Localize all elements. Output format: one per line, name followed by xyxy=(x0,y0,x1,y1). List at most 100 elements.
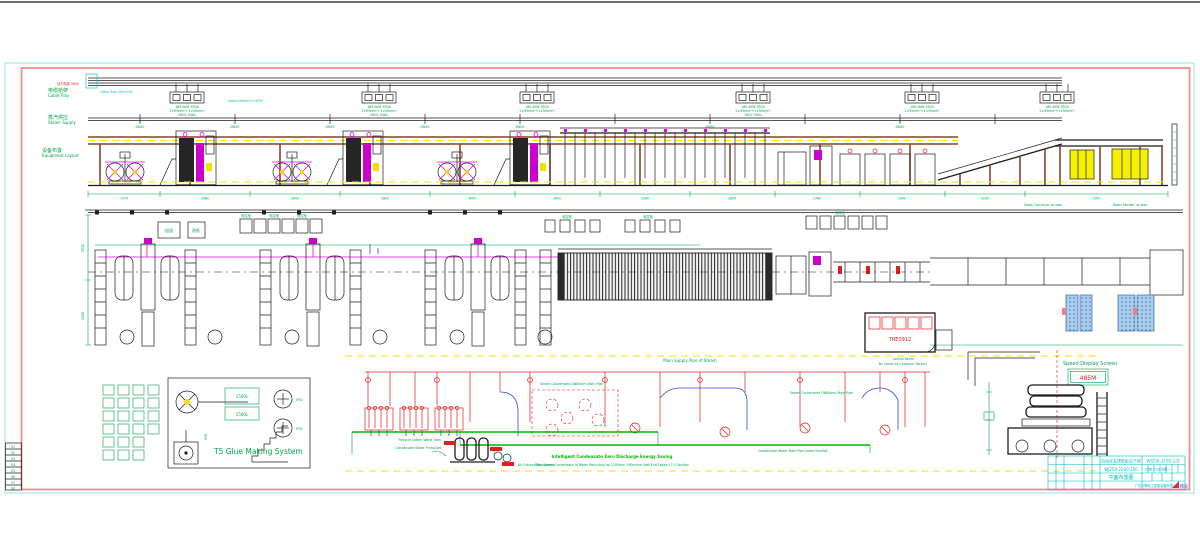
plan-roll-stand-units xyxy=(95,238,552,346)
svg-text:Steam Condensate DN80mm Main P: Steam Condensate DN80mm Main Pipe xyxy=(790,391,853,395)
glue-note: VFD xyxy=(204,433,208,440)
rev-row: 02 xyxy=(11,451,15,455)
rev-row: 05 xyxy=(11,469,15,473)
svg-text:1470: 1470 xyxy=(120,197,128,201)
svg-text:4000: 4000 xyxy=(468,197,476,201)
control-room-sublabel: By Series At Customer Factory xyxy=(879,362,928,366)
svg-text:4200: 4200 xyxy=(981,197,989,201)
svg-text:电控柜: 电控柜 xyxy=(643,214,653,219)
speed-display-title: Speed Display Screen xyxy=(1063,361,1117,367)
plan-left-dim: 5000 3000 xyxy=(81,215,91,345)
svg-text:1500L: 1500L xyxy=(236,394,249,399)
svg-text:电控柜: 电控柜 xyxy=(297,213,307,218)
svg-text:380V 50Hz: 380V 50Hz xyxy=(178,113,196,117)
tb-drawing-no: WJ250-2200-2-D xyxy=(1147,459,1180,464)
rev-row: 07 xyxy=(11,481,15,485)
left-revision-table: 01 02 03 04 05 06 07 08 xyxy=(6,443,22,491)
svg-text:电控柜: 电控柜 xyxy=(269,213,279,218)
svg-text:电控柜: 电控柜 xyxy=(835,210,845,215)
steam-condensate-diagram: Main Supply Pipe of Steam xyxy=(352,358,930,467)
equip-label-en: Equipment Layout xyxy=(42,153,79,158)
svg-text:VFD: VFD xyxy=(296,398,303,402)
svg-text:Recycle Soften Water Tank: Recycle Soften Water Tank xyxy=(399,438,441,442)
control-room-label: Control Room xyxy=(892,357,914,361)
svg-text:2000: 2000 xyxy=(898,197,906,201)
svg-text:DN50: DN50 xyxy=(896,125,905,129)
cable-tray-label-en: Cable Tray xyxy=(48,93,70,98)
svg-text:1:100: 1:100 xyxy=(1151,468,1160,472)
speed-display-area: Speed Display Screen 485M xyxy=(968,350,1117,458)
svg-text:2600: 2600 xyxy=(553,197,561,201)
steam-diagram-subtitle: Twin Steam Condensate to Water Recycling… xyxy=(534,463,688,467)
condensate-recovery-unit: Recycle Soften Water Tank Condensate Wat… xyxy=(395,438,555,467)
elevation-side-labels: 动力电源 380V 电缆桥架 Cable Tray 蒸汽供应 Steam Sup… xyxy=(42,81,263,158)
svg-text:380V 50Hz: 380V 50Hz xyxy=(744,113,762,117)
double-facer-block xyxy=(558,249,772,300)
rev-row: 03 xyxy=(11,457,15,461)
bracket-label: Condensate Water Main Pipe Lower Bracket xyxy=(758,449,828,453)
svg-text:2×95mm²+1×50mm²: 2×95mm²+1×50mm² xyxy=(904,109,940,113)
rev-row: 06 xyxy=(11,475,15,479)
drawing-sheet: 01 02 03 04 05 06 07 08 动力电源 380V 电缆桥架 C… xyxy=(0,0,1200,557)
rev-row: 04 xyxy=(11,463,15,467)
elevation-view: 动力电源 380V 电缆桥架 Cable Tray 蒸汽供应 Steam Sup… xyxy=(42,74,1177,207)
steam-supply-pipe: DN50 DN50 DN50 DN50 DN50 DN50 DN50 xyxy=(88,114,1062,129)
svg-text:1500L: 1500L xyxy=(236,412,249,417)
cable-note-2: Install Height H=4500 xyxy=(228,99,263,103)
svg-text:Condensate Water Pump Set: Condensate Water Pump Set xyxy=(395,446,441,450)
steam-label-en: Steam Supply xyxy=(48,120,76,125)
svg-text:2800: 2800 xyxy=(728,197,736,201)
junction-labels: 185.5KW 350A 2×95mm²+1×50mm² 380V 50Hz 1… xyxy=(169,105,1075,117)
box-a-label: 加湿 xyxy=(165,227,173,233)
steam-red-piping xyxy=(365,372,930,437)
cad-drawing-viewport[interactable]: 01 02 03 04 05 06 07 08 动力电源 380V 电缆桥架 C… xyxy=(0,0,1200,557)
control-room-code: TRE0912 xyxy=(888,337,911,343)
power-note: 动力电源 380V xyxy=(57,81,80,86)
glue-pump xyxy=(174,430,198,464)
svg-text:3000: 3000 xyxy=(81,312,85,320)
tb-sheet-name: 平面布置图 xyxy=(1108,474,1133,481)
stacker-side-label: Down Stacker up side xyxy=(1113,203,1148,207)
svg-text:3000: 3000 xyxy=(291,197,299,201)
steam-main-label: Main Supply Pipe of Steam xyxy=(663,358,717,363)
svg-text:电控柜: 电控柜 xyxy=(241,213,251,218)
takeoff-conveyor xyxy=(938,124,1177,185)
steam-diagram-title: Intelligent Condensate Zero Discharge En… xyxy=(552,454,673,459)
plan-view: 5000 3000 加湿 原纸 电控柜 电控柜 电控柜 xyxy=(81,210,1183,366)
svg-text:1800: 1800 xyxy=(381,197,389,201)
glue-title: T5 Glue Making System xyxy=(213,447,303,456)
svg-text:DN50: DN50 xyxy=(421,125,430,129)
conveyor-side-label: Down Conveyor up side xyxy=(1024,203,1062,207)
cable-note-1: Cable Tray 400×200 xyxy=(100,90,133,94)
svg-text:2980: 2980 xyxy=(201,197,209,201)
tb-model: WJ250-2200-250 xyxy=(1104,467,1138,472)
condensate-blue-piping xyxy=(500,388,898,436)
svg-text:DN50: DN50 xyxy=(326,125,335,129)
svg-text:VFD: VFD xyxy=(296,427,303,431)
rev-row: 01 xyxy=(11,445,15,449)
speed-display-value: 485M xyxy=(1080,375,1097,382)
condensate-green-main: Steam Condensate DN80mm Main Pipe Steam … xyxy=(352,382,870,454)
svg-text:DN50: DN50 xyxy=(136,125,145,129)
tb-project: 自动化瓦楞纸板生产线 xyxy=(1101,458,1141,464)
svg-text:DN50: DN50 xyxy=(231,125,240,129)
plan-utility-boxes: 加湿 原纸 电控柜 电控柜 电控柜 电控柜 电控柜 xyxy=(158,210,887,238)
svg-text:380V 50Hz: 380V 50Hz xyxy=(370,113,388,117)
svg-text:5300: 5300 xyxy=(641,197,649,201)
svg-text:1500: 1500 xyxy=(1092,197,1100,201)
svg-text:1760: 1760 xyxy=(813,197,821,201)
mid-machines xyxy=(778,146,935,185)
wet-end-machines xyxy=(105,131,550,185)
svg-text:DN50: DN50 xyxy=(706,125,715,129)
pallet-stacks xyxy=(1062,295,1154,331)
logo-text: 精良 xyxy=(1180,483,1188,489)
svg-text:DN50: DN50 xyxy=(516,125,525,129)
svg-text:Steam Condensate DN80mm Main P: Steam Condensate DN80mm Main Pipe xyxy=(540,382,603,386)
rev-row: 08 xyxy=(11,487,15,491)
glue-tank-grid xyxy=(103,385,159,460)
svg-text:电控柜: 电控柜 xyxy=(562,214,572,219)
glue-tanks: 1500L 1500L VFD VFD xyxy=(225,388,303,437)
svg-text:2×95mm²+1×50mm²: 2×95mm²+1×50mm² xyxy=(1039,109,1075,113)
title-block: 自动化瓦楞纸板生产线 WJ250-2200-250 平面布置图 WJ250-22… xyxy=(1048,456,1188,490)
elevation-ground: 1470 2980 3000 1800 4000 2600 5300 2800 … xyxy=(88,182,1168,207)
